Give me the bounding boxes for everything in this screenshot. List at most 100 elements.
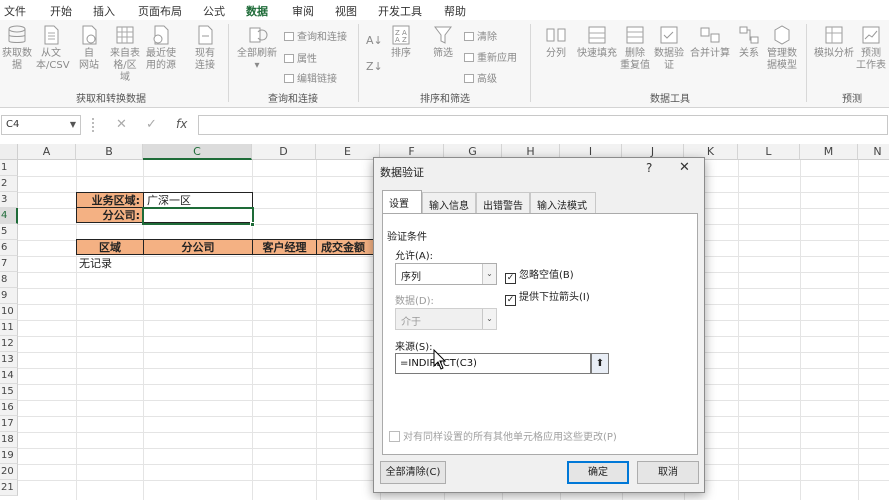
source-input[interactable]: =INDIRECT(C3): [395, 353, 591, 374]
header-branch[interactable]: 分公司: [143, 239, 253, 255]
row-header[interactable]: 14: [0, 368, 18, 384]
cell-b4[interactable]: 分公司:: [76, 207, 144, 223]
tab-help[interactable]: 帮助: [444, 3, 466, 19]
row-header[interactable]: 9: [0, 288, 18, 304]
column-header[interactable]: M: [800, 144, 858, 160]
column-header[interactable]: E: [316, 144, 380, 160]
tab-view[interactable]: 视图: [335, 3, 357, 19]
reapply-button[interactable]: 重新应用: [464, 49, 517, 64]
forecast-sheet-button[interactable]: 预测 工作表: [856, 24, 886, 72]
data-operator-select[interactable]: 介于 ⌄: [395, 308, 497, 330]
cell-c3[interactable]: 广深一区: [143, 192, 253, 208]
row-header[interactable]: 4: [0, 208, 18, 224]
from-text-csv-button[interactable]: 从文 本/CSV: [36, 24, 70, 72]
queries-connections-button[interactable]: 查询和连接: [284, 28, 347, 43]
select-all-corner[interactable]: [0, 144, 18, 160]
ignore-blank-checkbox[interactable]: ✓ 忽略空值(B): [505, 266, 574, 284]
chevron-down-icon[interactable]: ⌄: [482, 309, 496, 329]
from-web-button[interactable]: 自网站: [74, 24, 104, 72]
filter-button[interactable]: 筛选: [428, 24, 458, 60]
row-header[interactable]: 21: [0, 480, 18, 496]
clear-all-button[interactable]: 全部清除(C): [380, 461, 446, 484]
tab-insert[interactable]: 插入: [93, 3, 115, 19]
cell-b7[interactable]: 无记录: [79, 256, 143, 272]
existing-connections-button[interactable]: 现有 连接: [190, 24, 220, 72]
tab-input-message[interactable]: 输入信息: [422, 192, 476, 213]
tab-settings[interactable]: 设置: [382, 190, 422, 213]
close-icon[interactable]: ✕: [679, 160, 690, 175]
what-if-analysis-button[interactable]: 模拟分析: [812, 24, 856, 60]
row-header[interactable]: 18: [0, 432, 18, 448]
cell-b3[interactable]: 业务区域:: [76, 192, 144, 208]
tab-home[interactable]: 开始: [50, 3, 72, 19]
recent-sources-button[interactable]: 最近使 用的源: [146, 24, 176, 72]
row-header[interactable]: 20: [0, 464, 18, 480]
row-header[interactable]: 11: [0, 320, 18, 336]
from-table-range-button[interactable]: 来自表 格/区域: [110, 24, 140, 84]
chevron-down-icon[interactable]: ▼: [70, 120, 76, 129]
edit-links-button[interactable]: 编辑链接: [284, 70, 337, 85]
tab-ime-mode[interactable]: 输入法模式: [530, 192, 596, 213]
row-header[interactable]: 19: [0, 448, 18, 464]
tab-review[interactable]: 审阅: [292, 3, 314, 19]
data-validation-button[interactable]: 数据验证: [654, 24, 684, 72]
tab-developer[interactable]: 开发工具: [378, 3, 422, 19]
column-header[interactable]: A: [18, 144, 76, 160]
tab-page-layout[interactable]: 页面布局: [138, 3, 182, 19]
column-header[interactable]: C: [143, 144, 252, 160]
name-box[interactable]: C4 ▼: [1, 115, 81, 135]
confirm-entry-icon[interactable]: ✓: [146, 117, 157, 132]
row-header[interactable]: 3: [0, 192, 18, 208]
refresh-all-button[interactable]: 全部刷新 ▾: [236, 24, 278, 72]
flash-fill-button[interactable]: 快速填充: [575, 24, 619, 60]
sort-button[interactable]: Z AA Z 排序: [386, 24, 416, 60]
properties-button[interactable]: 属性: [284, 50, 317, 65]
column-header[interactable]: N: [858, 144, 889, 160]
get-data-button[interactable]: 获取数据: [2, 24, 32, 72]
relationships-button[interactable]: 关系: [734, 24, 764, 60]
column-header[interactable]: L: [738, 144, 800, 160]
tab-error-alert[interactable]: 出错警告: [476, 192, 530, 213]
apply-to-all-checkbox[interactable]: 对有同样设置的所有其他单元格应用这些更改(P): [389, 428, 617, 443]
row-header[interactable]: 12: [0, 336, 18, 352]
manage-data-model-button[interactable]: 管理数 据模型: [767, 24, 797, 72]
tab-data[interactable]: 数据: [244, 3, 270, 23]
chevron-down-icon[interactable]: ⌄: [482, 264, 496, 284]
sort-ascending-button[interactable]: A↓: [366, 34, 383, 47]
text-to-columns-button[interactable]: 分列: [541, 24, 571, 60]
row-header[interactable]: 7: [0, 256, 18, 272]
insert-function-icon[interactable]: fx: [176, 117, 187, 131]
formula-input[interactable]: [198, 115, 888, 135]
collapse-range-icon[interactable]: ⬆: [591, 353, 609, 374]
fill-handle[interactable]: [250, 222, 255, 227]
row-header[interactable]: 1: [0, 160, 18, 176]
sort-descending-button[interactable]: Z↓: [366, 60, 383, 73]
formula-bar-grip[interactable]: [92, 118, 98, 132]
row-header[interactable]: 15: [0, 384, 18, 400]
row-header[interactable]: 2: [0, 176, 18, 192]
column-header[interactable]: D: [252, 144, 316, 160]
tab-formulas[interactable]: 公式: [203, 3, 225, 19]
column-header[interactable]: B: [76, 144, 143, 160]
clear-filter-button[interactable]: 清除: [464, 28, 497, 43]
header-amount[interactable]: 成交金额: [316, 239, 380, 255]
row-header[interactable]: 16: [0, 400, 18, 416]
allow-select[interactable]: 序列 ⌄: [395, 263, 497, 285]
tab-file[interactable]: 文件: [4, 3, 26, 19]
row-header[interactable]: 6: [0, 240, 18, 256]
help-icon[interactable]: ?: [646, 161, 652, 175]
advanced-filter-button[interactable]: 高级: [464, 70, 497, 85]
row-header[interactable]: 8: [0, 272, 18, 288]
cancel-entry-icon[interactable]: ✕: [116, 117, 127, 132]
remove-duplicates-button[interactable]: 删除 重复值: [620, 24, 650, 72]
row-header[interactable]: 5: [0, 224, 18, 240]
row-header[interactable]: 17: [0, 416, 18, 432]
header-region[interactable]: 区域: [76, 239, 144, 255]
row-header[interactable]: 13: [0, 352, 18, 368]
header-manager[interactable]: 客户经理: [252, 239, 317, 255]
in-cell-dropdown-checkbox[interactable]: ✓ 提供下拉箭头(I): [505, 288, 590, 306]
ok-button[interactable]: 确定: [567, 461, 629, 484]
consolidate-button[interactable]: 合并计算: [688, 24, 732, 60]
cancel-button[interactable]: 取消: [637, 461, 699, 484]
row-header[interactable]: 10: [0, 304, 18, 320]
